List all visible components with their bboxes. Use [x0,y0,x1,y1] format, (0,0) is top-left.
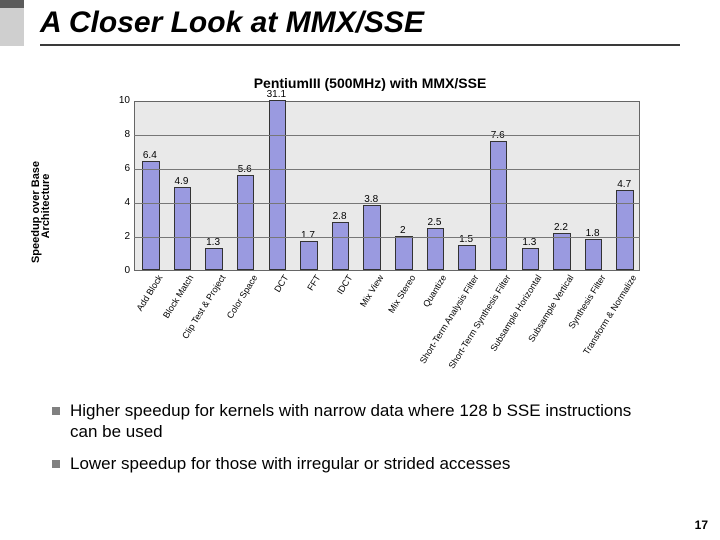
y-tick: 2 [110,231,130,242]
bar [332,222,349,270]
bar-value-label: 2.2 [554,222,568,233]
bar-value-label: 2.5 [427,217,441,228]
bar [269,100,286,270]
gridline [134,203,640,204]
bar-value-label: 1.3 [522,237,536,248]
bar [174,187,191,270]
bar [395,236,412,270]
gridline [134,135,640,136]
y-tick: 6 [110,163,130,174]
bar [427,228,444,271]
bar-value-label: 1.5 [459,234,473,245]
bar [553,233,570,270]
bullet-item: Lower speedup for those with irregular o… [48,453,660,474]
y-axis-label-line2: Architecture [40,131,52,281]
bar-value-label: 6.4 [143,150,157,161]
x-tick-label: Transform & Normalize [567,273,639,380]
bar-value-label: 4.7 [617,179,631,190]
bar-value-label: 2.8 [333,211,347,222]
bar-value-label: 31.1 [267,89,286,100]
bar-value-label: 1.3 [206,237,220,248]
bar-value-label: 2 [400,225,406,236]
bar [585,239,602,270]
bar-value-label: 4.9 [174,176,188,187]
page-number: 17 [695,518,708,532]
bar [522,248,539,270]
chart-title: PentiumIII (500MHz) with MMX/SSE [90,75,650,91]
y-tick: 0 [110,265,130,276]
bar-value-label: 1.7 [301,230,315,241]
y-tick: 10 [110,95,130,106]
bar [142,161,159,270]
bar [237,175,254,270]
y-tick: 4 [110,197,130,208]
gridline [134,169,640,170]
bullet-list: Higher speedup for kernels with narrow d… [48,400,660,484]
bullet-item: Higher speedup for kernels with narrow d… [48,400,660,443]
y-tick: 8 [110,129,130,140]
bar [490,141,507,270]
header-accent [0,0,24,46]
bar [300,241,317,270]
slide-title: A Closer Look at MMX/SSE [40,6,680,46]
bar [458,245,475,271]
chart: PentiumIII (500MHz) with MMX/SSE Speedup… [90,75,650,355]
gridline [134,237,640,238]
bar [205,248,222,270]
